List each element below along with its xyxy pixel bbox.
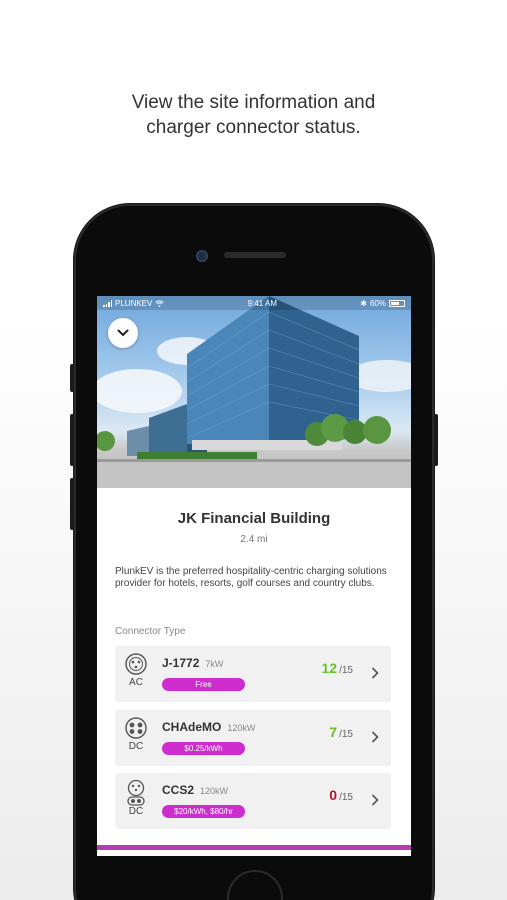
status-bar: PLUNKEV 9:41 AM ✱ 60%: [97, 296, 411, 310]
price-badge: Free: [162, 678, 245, 691]
phone-frame: PLUNKEV 9:41 AM ✱ 60% JK Financial Build…: [70, 204, 438, 900]
caption: View the site information and charger co…: [0, 90, 507, 140]
chademo-plug-icon: [125, 717, 147, 739]
connector-row-ccs2[interactable]: DC CCS2 120kW $20/kWh, $80/hr 0/15: [115, 773, 391, 829]
front-camera: [196, 250, 208, 262]
app-screen: PLUNKEV 9:41 AM ✱ 60% JK Financial Build…: [97, 296, 411, 856]
connector-power: 120kW: [227, 723, 256, 733]
price-badge: $0.25/kWh: [162, 742, 245, 755]
battery-icon: [389, 299, 405, 307]
connector-power: 7kW: [205, 659, 224, 669]
connector-row-j1772[interactable]: AC J-1772 7kW Free 12/15: [115, 646, 391, 702]
connector-name: CHAdeMO: [162, 720, 222, 734]
total-count: /15: [339, 792, 353, 803]
bottom-accent-bar: [97, 845, 411, 850]
clock: 9:41 AM: [247, 298, 277, 308]
connector-icon-wrap: DC: [124, 780, 148, 824]
collapse-button[interactable]: [108, 318, 138, 348]
home-button[interactable]: [227, 870, 283, 900]
availability: 0/15: [329, 787, 353, 803]
total-count: /15: [339, 665, 353, 676]
availability: 7/15: [329, 724, 353, 740]
connector-title: CCS2 120kW: [162, 783, 228, 797]
signal-icon: [103, 299, 112, 307]
wifi-icon: [155, 300, 165, 307]
connector-power: 120kW: [200, 786, 229, 796]
j1772-plug-icon: [125, 653, 147, 675]
battery-percent: 60%: [369, 298, 386, 308]
connector-name: CCS2: [162, 783, 195, 797]
power-button: [434, 414, 438, 466]
available-count: 12: [321, 660, 338, 676]
chevron-down-icon: [117, 329, 129, 337]
price-badge: $20/kWh, $80/hr: [162, 805, 245, 818]
current-type: AC: [129, 677, 143, 688]
volume-up-button: [70, 414, 74, 466]
ccs2-plug-icon: [127, 780, 145, 806]
volume-down-button: [70, 478, 74, 530]
caption-line-1: View the site information and: [131, 92, 376, 113]
chevron-right-icon: [371, 667, 379, 679]
carrier-name: PLUNKEV: [115, 298, 153, 308]
available-count: 7: [329, 724, 338, 740]
chevron-right-icon: [371, 794, 379, 806]
connector-icon-wrap: AC: [124, 653, 148, 697]
current-type: DC: [128, 741, 144, 752]
site-distance: 2.4 mi: [240, 534, 268, 545]
site-name: JK Financial Building: [177, 510, 331, 527]
total-count: /15: [339, 729, 353, 740]
earpiece-speaker: [224, 252, 286, 258]
site-description: PlunkEV is the preferred hospitality-cen…: [115, 566, 387, 589]
connector-type-label: Connector Type: [115, 626, 186, 637]
connector-title: J-1772 7kW: [162, 656, 223, 670]
connector-row-chademo[interactable]: DC CHAdeMO 120kW $0.25/kWh 7/15: [115, 710, 391, 766]
connector-name: J-1772: [162, 656, 200, 670]
current-type: DC: [128, 806, 144, 817]
available-count: 0: [329, 787, 338, 803]
caption-line-2: charger connector status.: [146, 117, 361, 138]
mute-switch: [70, 364, 74, 392]
site-photo: [97, 296, 411, 488]
chevron-right-icon: [371, 731, 379, 743]
bluetooth-icon: ✱: [360, 298, 367, 308]
connector-title: CHAdeMO 120kW: [162, 720, 255, 734]
connector-icon-wrap: DC: [124, 717, 148, 761]
availability: 12/15: [322, 660, 353, 676]
